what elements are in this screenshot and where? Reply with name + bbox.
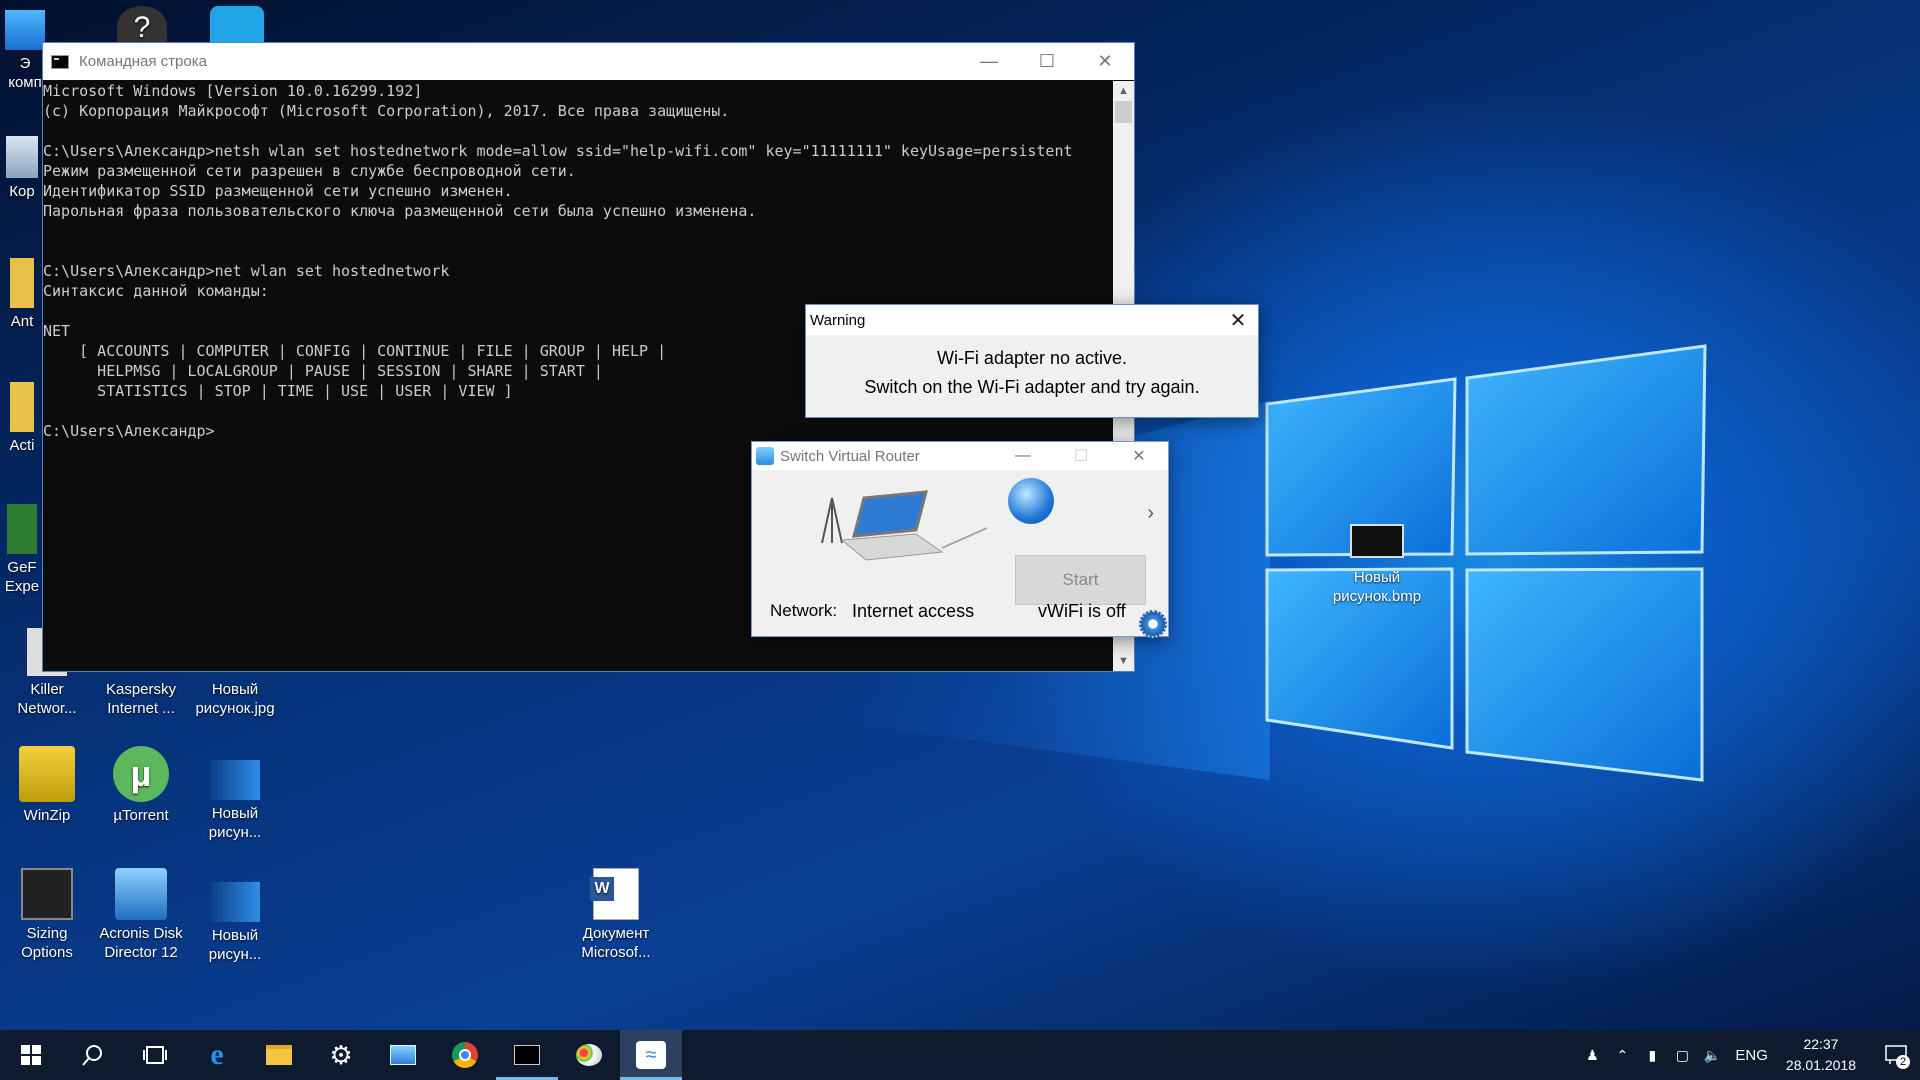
image-file-icon	[210, 882, 260, 922]
desktop-icon-sizing[interactable]: Sizing Options	[0, 868, 94, 962]
gear-icon: ⚙	[329, 1039, 353, 1070]
desktop-icon-winzip[interactable]: WinZip	[0, 746, 94, 825]
desktop-icon-ant[interactable]: Ant	[0, 258, 44, 331]
sizing-options-icon	[21, 868, 73, 920]
folder-icon	[10, 258, 34, 308]
taskbar-cmd[interactable]	[496, 1030, 558, 1080]
close-button[interactable]: ✕	[1110, 442, 1168, 470]
word-badge-icon: W	[590, 877, 614, 901]
close-button[interactable]: ✕	[1076, 43, 1134, 80]
svr-titlebar[interactable]: Switch Virtual Router — ☐ ✕	[752, 442, 1168, 470]
vwifi-status: vWiFi is off	[1038, 601, 1126, 621]
desktop-icon-acronis[interactable]: Acronis Disk Director 12	[94, 868, 188, 962]
start-button[interactable]: Start	[1015, 555, 1146, 605]
warning-line-1: Wi-Fi adapter no active.	[936, 348, 1128, 368]
scroll-down-icon[interactable]: ▼	[1113, 651, 1134, 671]
warning-title: Warning	[810, 311, 866, 329]
file-explorer-icon	[266, 1045, 292, 1065]
battery-icon[interactable]: ▮	[1637, 1047, 1667, 1064]
maximize-button: ☐	[1073, 448, 1089, 465]
settings-gear-icon[interactable]	[1139, 610, 1167, 638]
task-view-button[interactable]	[124, 1030, 186, 1080]
minimize-button[interactable]: —	[960, 43, 1018, 80]
volume-icon[interactable]: 🔈	[1697, 1047, 1727, 1064]
close-button[interactable]: ✕	[1218, 308, 1258, 333]
chrome-icon	[452, 1042, 478, 1068]
recycle-bin-icon	[6, 136, 38, 178]
clock-time: 22:37	[1803, 1036, 1839, 1052]
network-value: Internet access	[852, 601, 975, 621]
control-panel-icon	[390, 1045, 416, 1065]
network-icon[interactable]: ▢	[1667, 1047, 1697, 1064]
computer-icon	[5, 10, 45, 50]
laptop-network-icon	[821, 490, 988, 561]
language-indicator[interactable]: ENG	[1735, 1047, 1768, 1064]
search-icon	[82, 1045, 102, 1066]
desktop-icon-new-pic-2[interactable]: Новый рисун...	[188, 868, 282, 964]
paint-icon	[576, 1044, 602, 1066]
chevron-right-icon[interactable]: ›	[1147, 502, 1154, 525]
svr-title: Switch Virtual Router	[780, 447, 920, 465]
system-tray: ♟ ⌃ ▮ ▢ 🔈 ENG 22:37 28.01.2018 2	[1577, 1030, 1920, 1080]
minimize-button[interactable]: —	[994, 442, 1052, 470]
globe-icon	[1008, 478, 1054, 524]
cmd-title: Командная строка	[79, 53, 207, 70]
cmd-icon	[51, 54, 69, 69]
bitmap-file-icon	[1350, 524, 1404, 558]
scroll-thumb[interactable]	[1115, 101, 1132, 123]
clock[interactable]: 22:37 28.01.2018	[1786, 1034, 1856, 1076]
desktop-icon-acti[interactable]: Acti	[0, 382, 44, 455]
utorrent-icon: µ	[113, 746, 169, 802]
wifi-router-icon	[756, 447, 774, 465]
scroll-up-icon[interactable]: ▲	[1113, 81, 1134, 101]
action-center-button[interactable]: 2	[1872, 1030, 1920, 1080]
taskbar-paint[interactable]	[558, 1030, 620, 1080]
edge-icon: e	[210, 1038, 224, 1071]
word-document-icon: W	[590, 868, 639, 920]
desktop-icon-geforce[interactable]: GeF Expe	[0, 504, 44, 596]
wifi-icon: ≈	[636, 1041, 666, 1069]
folder-icon	[10, 382, 34, 432]
warning-line-2: Switch on the Wi-Fi adapter and try agai…	[864, 377, 1200, 397]
people-icon[interactable]: ♟	[1577, 1047, 1607, 1064]
taskbar: e ⚙ ≈ ♟ ⌃ ▮ ▢ 🔈 ENG 22:37 28.01.2018 2	[0, 1030, 1920, 1080]
desktop-icon-recycle[interactable]: Кор	[0, 136, 44, 201]
help-icon: ?	[117, 6, 167, 46]
taskbar-explorer[interactable]	[248, 1030, 310, 1080]
cmd-titlebar[interactable]: Командная строка — ☐ ✕	[43, 43, 1134, 80]
desktop-icon-utorrent[interactable]: µ µTorrent	[94, 746, 188, 825]
windows-logo-icon	[21, 1045, 41, 1065]
taskbar-control-panel[interactable]	[372, 1030, 434, 1080]
warning-dialog[interactable]: Warning ✕ Wi-Fi adapter no active. Switc…	[805, 304, 1259, 418]
start-button[interactable]	[0, 1030, 62, 1080]
cmd-icon	[514, 1045, 540, 1065]
maximize-button[interactable]: ☐	[1018, 43, 1076, 80]
acronis-icon	[115, 868, 167, 920]
clock-date: 28.01.2018	[1785, 1057, 1856, 1073]
desktop-icon-new-pic-1[interactable]: Новый рисун...	[188, 746, 282, 842]
target-icon	[210, 6, 264, 46]
chevron-up-icon[interactable]: ⌃	[1607, 1047, 1637, 1064]
image-file-icon	[210, 760, 260, 800]
network-label: Network:	[770, 601, 838, 620]
switch-virtual-router-window[interactable]: Switch Virtual Router — ☐ ✕ › Start Netw…	[751, 441, 1169, 638]
warning-titlebar[interactable]: Warning ✕	[806, 305, 1258, 335]
desktop-icon-new-bmp[interactable]: Новый рисунок.bmp	[1330, 516, 1424, 606]
desktop-icon-word-doc[interactable]: W Документ Microsof...	[569, 868, 663, 962]
notification-count: 2	[1896, 1055, 1910, 1069]
taskbar-chrome[interactable]	[434, 1030, 496, 1080]
taskbar-settings[interactable]: ⚙	[310, 1030, 372, 1080]
warning-message: Wi-Fi adapter no active. Switch on the W…	[806, 344, 1258, 402]
task-view-icon	[143, 1046, 167, 1064]
taskbar-edge[interactable]: e	[186, 1030, 248, 1080]
search-button[interactable]	[62, 1030, 124, 1080]
winzip-icon	[19, 746, 75, 802]
nvidia-icon	[7, 504, 37, 554]
taskbar-virtual-router[interactable]: ≈	[620, 1030, 682, 1080]
